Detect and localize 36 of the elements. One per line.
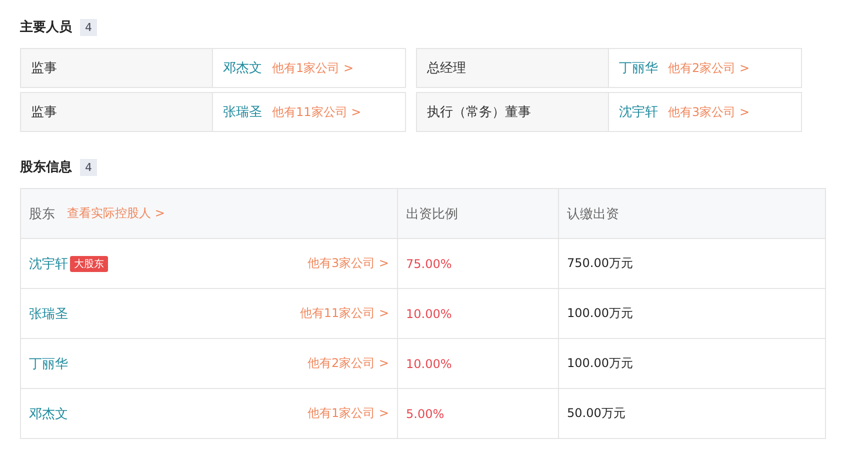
companies-link[interactable]: 他有2家公司 > [307, 355, 389, 372]
companies-link[interactable]: 他有1家公司 > [272, 60, 354, 76]
amount-text: 50.00万元 [567, 405, 626, 422]
shareholder-link[interactable]: 丁丽华 [29, 354, 68, 372]
companies-link[interactable]: 他有3家公司 > [668, 104, 750, 120]
section-title: 主要人员 [20, 18, 72, 36]
shareholder-link[interactable]: 沈宇轩 [29, 254, 68, 272]
companies-link[interactable]: 他有2家公司 > [668, 60, 750, 76]
person-link[interactable]: 沈宇轩 [619, 103, 658, 121]
major-shareholder-tag: 大股东 [70, 256, 108, 272]
count-badge: 4 [80, 18, 97, 36]
role-cell: 监事 [21, 49, 213, 87]
amount-text: 100.00万元 [567, 355, 633, 372]
companies-link[interactable]: 他有11家公司 > [272, 104, 362, 120]
ratio-text: 10.00% [406, 356, 452, 370]
count-badge: 4 [80, 158, 97, 176]
shareholder-link[interactable]: 邓杰文 [29, 404, 68, 422]
role-cell: 总经理 [417, 49, 609, 87]
person-link[interactable]: 丁丽华 [619, 59, 658, 77]
column-header: 认缴出资 [566, 206, 620, 224]
section-title: 股东信息 [20, 158, 72, 176]
ratio-text: 75.00% [406, 256, 452, 270]
amount-text: 100.00万元 [567, 305, 633, 322]
role-cell: 执行（常务）董事 [417, 93, 609, 131]
column-header: 股东 [29, 206, 55, 222]
controller-link[interactable]: 查看实际控股人 > [67, 205, 165, 222]
companies-link[interactable]: 他有1家公司 > [307, 405, 389, 422]
ratio-text: 5.00% [406, 406, 444, 420]
role-cell: 监事 [21, 93, 213, 131]
person-link[interactable]: 张瑞圣 [223, 103, 262, 121]
companies-link[interactable]: 他有3家公司 > [307, 255, 389, 272]
amount-text: 750.00万元 [567, 255, 633, 272]
ratio-text: 10.00% [406, 306, 452, 320]
person-link[interactable]: 邓杰文 [223, 59, 262, 77]
shareholder-link[interactable]: 张瑞圣 [29, 304, 68, 322]
companies-link[interactable]: 他有11家公司 > [300, 305, 389, 322]
